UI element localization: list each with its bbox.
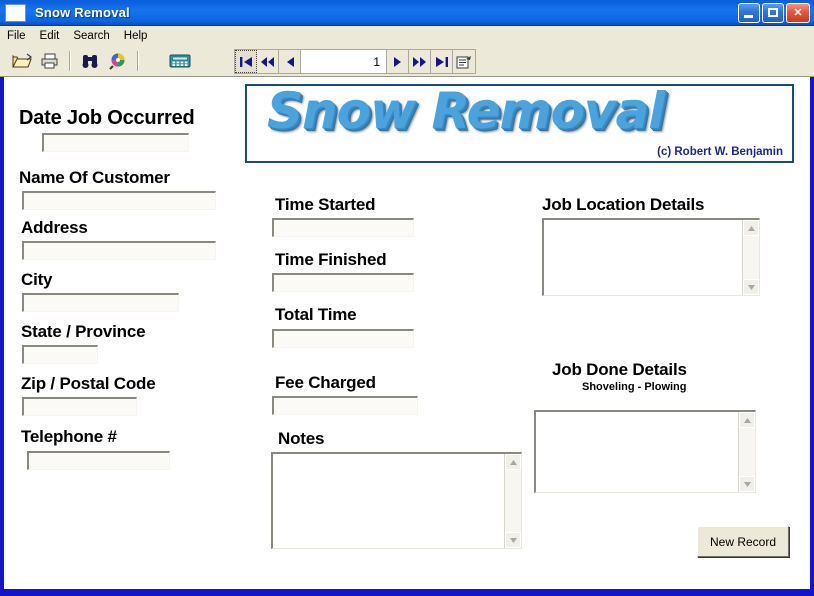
minimize-button[interactable] [738,3,760,23]
close-button[interactable]: ✕ [786,3,810,23]
label-time-finished: Time Finished [275,250,387,269]
palette-globe-icon [108,52,128,70]
menu-file[interactable]: File [0,28,33,44]
window-icon [5,3,26,22]
input-state-province[interactable] [22,345,98,364]
left-arrow-icon [285,56,295,68]
double-left-arrow-icon [260,56,275,68]
textarea-job-done-details[interactable] [534,410,756,493]
scroll-down-icon[interactable] [739,476,755,492]
input-date-job-occurred[interactable] [42,133,189,152]
job-location-details-text[interactable] [544,220,742,295]
window-title: Snow Removal [35,5,130,20]
label-state-province: State / Province [21,322,146,341]
minimize-icon [744,15,753,18]
open-folder-icon [12,52,32,70]
label-address: Address [21,218,88,237]
toolbar-separator-2 [137,51,139,71]
printer-icon [40,52,60,70]
binoculars-icon [80,52,100,70]
toolbar-separator [69,51,71,71]
label-name-of-customer: Name Of Customer [19,168,170,187]
job-done-scrollbar[interactable] [738,412,755,492]
job-location-scrollbar[interactable] [742,220,759,295]
label-city: City [21,270,53,289]
job-done-details-text[interactable] [536,412,738,492]
next-record-button[interactable] [387,50,409,73]
input-address[interactable] [22,241,216,260]
input-time-finished[interactable] [272,273,414,292]
label-job-done-details: Job Done Details [552,360,687,379]
maximize-icon [768,8,778,17]
notes-text[interactable] [273,454,504,548]
options-button[interactable] [105,49,131,74]
scroll-down-icon[interactable] [505,532,521,548]
previous-record-button[interactable] [279,50,301,73]
label-date-job-occurred: Date Job Occurred [19,107,195,129]
print-button[interactable] [37,49,63,74]
input-name-of-customer[interactable] [22,191,216,210]
right-arrow-icon [393,56,403,68]
input-zip-postal-code[interactable] [22,397,137,416]
input-time-started[interactable] [272,218,414,237]
scroll-up-icon[interactable] [739,412,755,428]
label-zip-postal-code: Zip / Postal Code [21,374,156,393]
next-page-button[interactable] [409,50,431,73]
input-city[interactable] [22,293,179,312]
open-folder-button[interactable] [9,49,35,74]
input-total-time[interactable] [272,329,414,348]
input-telephone[interactable] [27,451,170,470]
job-location-scroll-track[interactable] [743,236,759,279]
scroll-down-icon[interactable] [743,279,759,295]
textarea-notes[interactable] [271,452,522,549]
label-telephone: Telephone # [21,427,117,446]
record-number-field[interactable]: 1 [301,50,387,73]
banner-credit: (c) Robert W. Benjamin [657,146,783,158]
close-icon: ✕ [793,7,803,19]
previous-page-button[interactable] [257,50,279,73]
banner: Snow Removal (c) Robert W. Benjamin [245,84,794,163]
double-right-arrow-icon [412,56,427,68]
banner-title: Snow Removal [267,84,665,140]
label-job-location-details: Job Location Details [542,195,705,214]
label-fee-charged: Fee Charged [275,373,376,392]
calculator-button[interactable] [167,49,193,74]
maximize-button[interactable] [762,3,784,23]
window-controls: ✕ [738,3,810,23]
label-notes: Notes [278,429,325,448]
application-window: Snow Removal ✕ File Edit Search Help 1 S… [0,0,814,596]
job-done-scroll-track[interactable] [739,428,755,476]
notes-scrollbar[interactable] [504,454,521,548]
label-total-time: Total Time [275,305,357,324]
input-fee-charged[interactable] [272,396,418,415]
find-button[interactable] [77,49,103,74]
first-record-button[interactable] [235,50,257,73]
label-time-started: Time Started [275,195,376,214]
record-properties-button[interactable] [453,50,475,73]
properties-icon [456,55,472,69]
record-navigator: 1 [234,49,476,74]
sublabel-job-done-details: Shoveling - Plowing [582,381,687,393]
menu-help[interactable]: Help [117,28,155,44]
textarea-job-location-details[interactable] [542,218,760,296]
form-area: Snow Removal (c) Robert W. Benjamin Date… [0,77,814,596]
last-record-icon [435,56,449,68]
first-record-icon [239,56,253,68]
menu-search[interactable]: Search [66,28,116,44]
last-record-button[interactable] [431,50,453,73]
menu-bar: File Edit Search Help [0,26,814,46]
menu-edit[interactable]: Edit [33,28,67,44]
title-bar: Snow Removal ✕ [0,0,814,26]
scroll-up-icon[interactable] [505,454,521,470]
new-record-button[interactable]: New Record [697,526,789,557]
notes-scroll-track[interactable] [505,470,521,532]
calculator-icon [169,53,191,69]
scroll-up-icon[interactable] [743,220,759,236]
